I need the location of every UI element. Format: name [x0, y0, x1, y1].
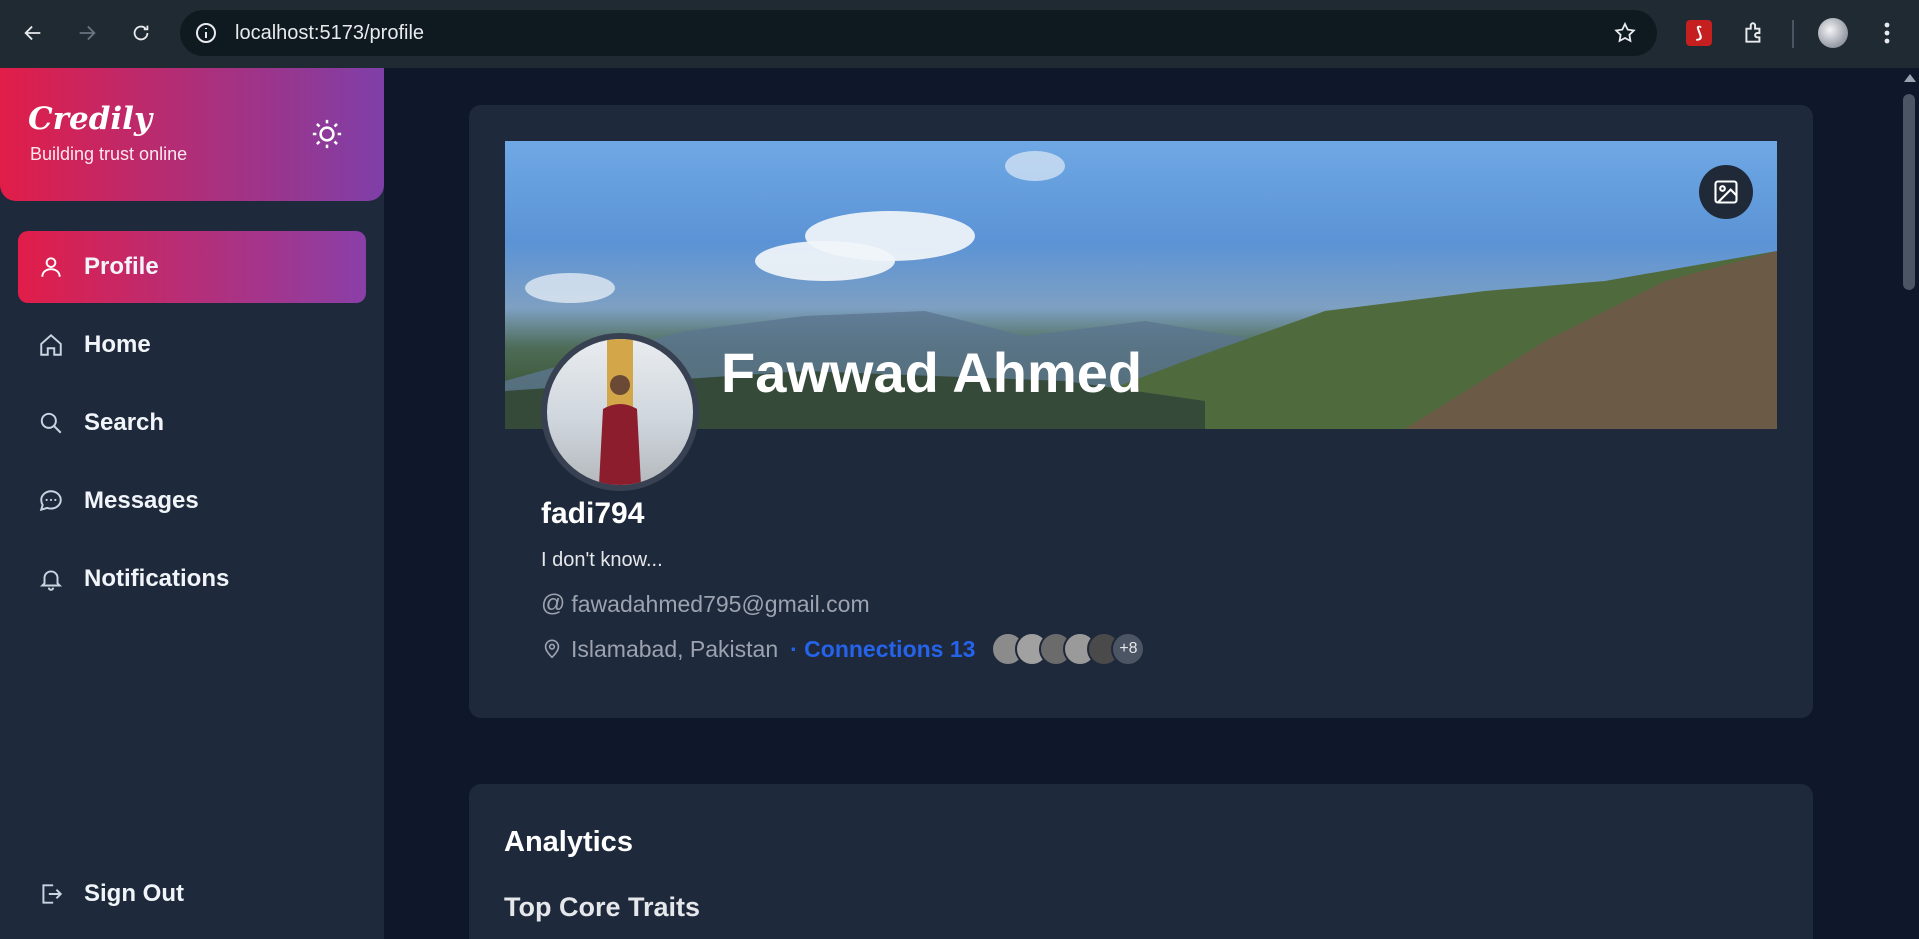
- user-icon: [36, 252, 66, 282]
- profile-bio: I don't know...: [541, 549, 663, 571]
- sidebar: Credily Building trust online Profile Ho…: [0, 68, 384, 939]
- sidebar-item-profile[interactable]: Profile: [18, 231, 366, 303]
- connections-link[interactable]: · Connections 13: [790, 636, 975, 663]
- sidebar-item-home[interactable]: Home: [18, 309, 366, 381]
- pdf-extension-icon[interactable]: ⟆: [1684, 18, 1714, 48]
- page-scrollbar[interactable]: [1899, 68, 1919, 939]
- analytics-title: Analytics: [504, 826, 633, 858]
- sidebar-item-label: Search: [84, 409, 165, 436]
- analytics-card: Analytics Top Core Traits: [469, 784, 1813, 939]
- profile-full-name: Fawwad Ahmed: [721, 341, 1143, 404]
- location-pin-icon: [544, 639, 560, 659]
- change-cover-button[interactable]: [1699, 165, 1753, 219]
- sidebar-item-label: Messages: [84, 487, 199, 514]
- profile-avatar-image[interactable]: [541, 333, 699, 491]
- search-icon: [36, 408, 66, 438]
- more-connections-badge[interactable]: +8: [1111, 632, 1146, 666]
- home-icon: [36, 330, 66, 360]
- profile-username: fadi794: [541, 497, 645, 530]
- profile-email-row: @ fawadahmed795@gmail.com: [541, 590, 870, 618]
- scroll-thumb[interactable]: [1903, 94, 1915, 290]
- arrow-left-icon: [24, 25, 41, 41]
- sidebar-item-messages[interactable]: Messages: [18, 465, 366, 537]
- logout-icon: [36, 879, 66, 909]
- signout-button[interactable]: Sign Out: [18, 858, 366, 930]
- connection-avatars[interactable]: +8: [991, 632, 1146, 666]
- scroll-up-arrow[interactable]: [1904, 74, 1916, 82]
- url-text[interactable]: localhost:5173/profile: [235, 22, 424, 45]
- reload-icon: [133, 25, 149, 41]
- sidebar-item-label: Home: [84, 331, 151, 358]
- profile-location-row: Islamabad, Pakistan · Connections 13 +8: [541, 632, 1146, 666]
- top-traits-title: Top Core Traits: [504, 892, 701, 922]
- message-icon: [36, 486, 66, 516]
- theme-toggle-sun-icon[interactable]: [310, 117, 344, 151]
- brand-header: Credily Building trust online: [0, 68, 384, 201]
- image-icon: [1714, 180, 1738, 204]
- bookmark-star-icon[interactable]: [1613, 21, 1637, 45]
- info-icon[interactable]: [194, 21, 218, 45]
- sidebar-item-search[interactable]: Search: [18, 387, 366, 459]
- brand-logo[interactable]: Credily: [28, 101, 152, 137]
- profile-avatar[interactable]: [1818, 18, 1848, 48]
- profile-location: Islamabad, Pakistan: [571, 635, 779, 662]
- address-bar[interactable]: localhost:5173/profile: [180, 10, 1657, 56]
- brand-tagline: Building trust online: [30, 144, 188, 164]
- arrow-right-icon: [79, 25, 96, 41]
- sidebar-item-label: Profile: [84, 253, 159, 280]
- forward-button[interactable]: [70, 16, 104, 50]
- toolbar-divider: [1792, 20, 1794, 48]
- extensions-icon[interactable]: [1739, 18, 1769, 48]
- bell-icon: [36, 564, 66, 594]
- signout-label: Sign Out: [84, 880, 184, 907]
- back-button[interactable]: [16, 16, 50, 50]
- sidebar-item-label: Notifications: [84, 565, 230, 592]
- menu-kebab-icon[interactable]: [1872, 18, 1902, 48]
- profile-email: fawadahmed795@gmail.com: [571, 590, 870, 617]
- browser-toolbar: localhost:5173/profile ⟆: [0, 0, 1919, 68]
- at-icon: @: [541, 590, 566, 617]
- sidebar-item-notifications[interactable]: Notifications: [18, 543, 366, 615]
- reload-button[interactable]: [124, 16, 158, 50]
